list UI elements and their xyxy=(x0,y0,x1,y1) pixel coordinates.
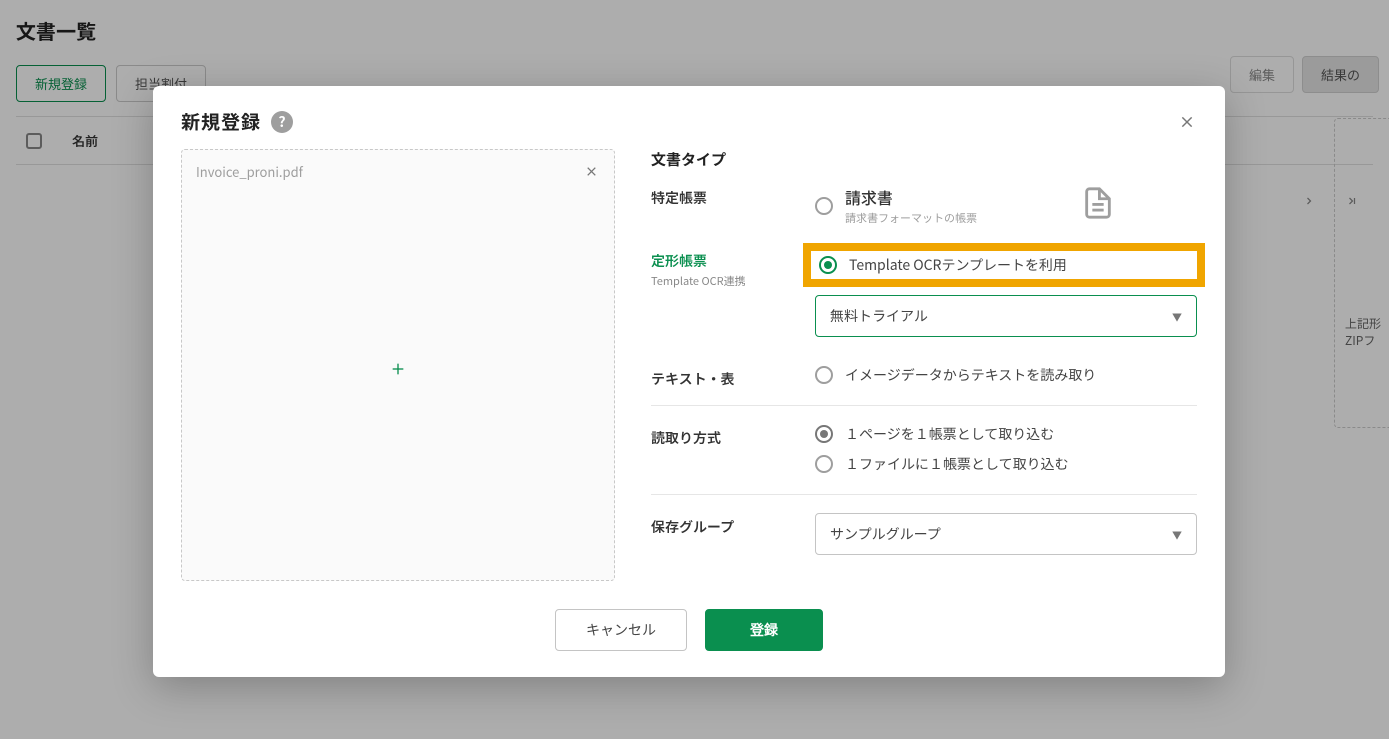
fixed-form-label-sub: Template OCR連携 xyxy=(651,273,815,289)
help-icon[interactable]: ? xyxy=(271,111,293,133)
read-method-option-2: １ファイルに１帳票として取り込む xyxy=(845,454,1069,474)
save-group-select[interactable]: サンプルグループ ▼ xyxy=(815,513,1197,555)
fixed-form-label: 定形帳票 xyxy=(651,251,815,271)
add-file-icon[interactable] xyxy=(390,357,406,383)
divider-2 xyxy=(651,494,1197,495)
file-row: Invoice_proni.pdf xyxy=(196,162,600,181)
caret-down-icon: ▼ xyxy=(1172,309,1182,324)
doc-type-section-title: 文書タイプ xyxy=(651,149,1197,170)
save-group-value: サンプルグループ xyxy=(830,524,941,544)
close-icon[interactable] xyxy=(1177,112,1197,132)
fixed-form-radio[interactable] xyxy=(819,256,837,274)
specific-form-option-sub: 請求書フォーマットの帳票 xyxy=(845,210,977,226)
save-group-label: 保存グループ xyxy=(651,513,815,537)
new-register-modal: 新規登録 ? Invoice_proni.pdf 文書タイプ 特定帳票 xyxy=(153,86,1225,677)
document-icon xyxy=(1081,184,1115,227)
specific-form-label: 特定帳票 xyxy=(651,184,815,208)
divider xyxy=(651,405,1197,406)
file-dropzone[interactable]: Invoice_proni.pdf xyxy=(181,149,615,581)
text-table-radio[interactable] xyxy=(815,366,833,384)
cancel-button[interactable]: キャンセル xyxy=(555,609,687,651)
template-select-value: 無料トライアル xyxy=(830,306,928,326)
read-method-radio-2[interactable] xyxy=(815,455,833,473)
template-select[interactable]: 無料トライアル ▼ xyxy=(815,295,1197,337)
specific-form-option: 請求書 xyxy=(845,185,977,209)
file-name: Invoice_proni.pdf xyxy=(196,162,303,181)
file-remove-icon[interactable] xyxy=(582,163,600,181)
submit-button[interactable]: 登録 xyxy=(705,609,823,651)
specific-form-radio[interactable] xyxy=(815,197,833,215)
text-table-option: イメージデータからテキストを読み取り xyxy=(845,365,1096,385)
read-method-option-1: １ページを１帳票として取り込む xyxy=(845,424,1054,444)
modal-title: 新規登録 xyxy=(181,108,261,135)
form-column: 文書タイプ 特定帳票 請求書 請求書フォーマットの帳票 xyxy=(651,149,1197,581)
caret-down-icon: ▼ xyxy=(1172,527,1182,542)
fixed-form-option: Template OCRテンプレートを利用 xyxy=(849,255,1067,275)
highlighted-option: Template OCRテンプレートを利用 xyxy=(803,243,1205,287)
read-method-radio-1[interactable] xyxy=(815,425,833,443)
text-table-label: テキスト・表 xyxy=(651,365,815,389)
read-method-label: 読取り方式 xyxy=(651,424,815,448)
